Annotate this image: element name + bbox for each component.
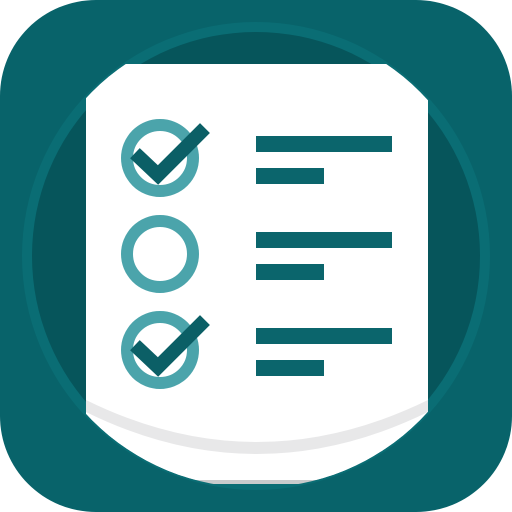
checklist-app-icon (0, 0, 512, 512)
item-1-line-long (256, 136, 392, 152)
checklist-icon-graphic (0, 0, 512, 512)
item-1-line-short (256, 168, 324, 184)
item-3-line-long (256, 328, 392, 344)
item-3-line-short (256, 360, 324, 376)
item-2-line-short (256, 264, 324, 280)
item-2-line-long (256, 232, 392, 248)
